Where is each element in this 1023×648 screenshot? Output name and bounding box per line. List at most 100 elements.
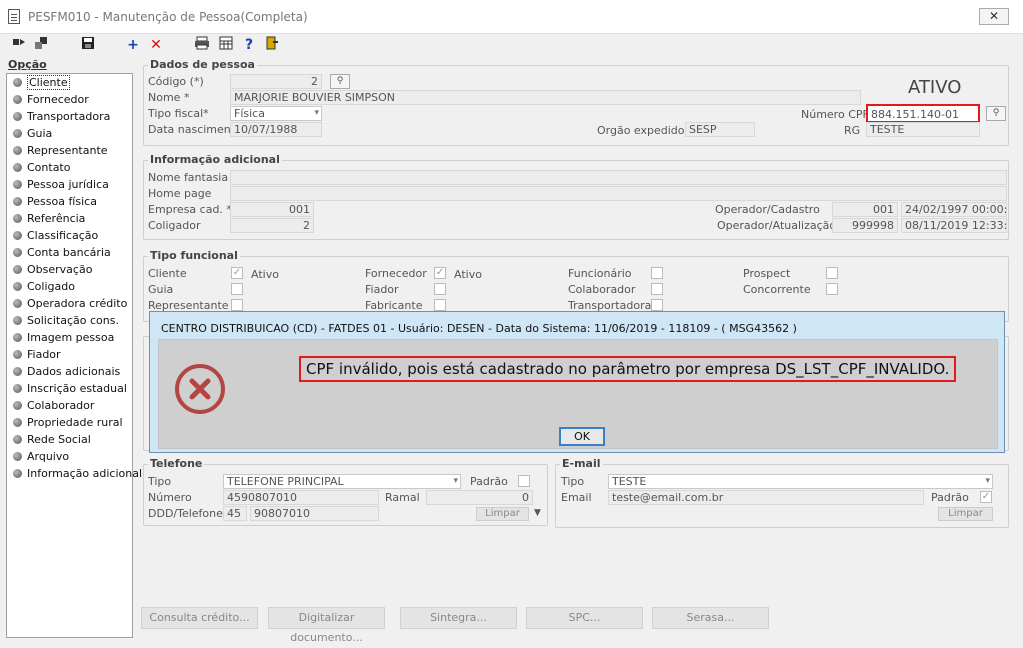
sidebar-item-arquivo[interactable]: Arquivo: [7, 448, 132, 465]
info-group-title: Informação adicional: [148, 153, 282, 166]
save-icon[interactable]: [79, 36, 97, 54]
nome-field[interactable]: MARJORIE BOUVIER SIMPSON: [230, 90, 861, 105]
sidebar-item-solicitacao-cons[interactable]: Solicitação cons.: [7, 312, 132, 329]
bullet-icon: [13, 197, 22, 206]
print-icon[interactable]: [193, 36, 211, 54]
spc-button[interactable]: SPC...: [526, 607, 643, 629]
empresa-label: Empresa cad. *: [148, 203, 232, 216]
email-limpar-button[interactable]: Limpar: [938, 507, 993, 521]
op-atual-date: 08/11/2019 12:33:40: [901, 218, 1007, 233]
tel-padrao-label: Padrão: [470, 475, 508, 488]
sidebar-item-coligado[interactable]: Coligado: [7, 278, 132, 295]
sidebar-item-observacao[interactable]: Observação: [7, 261, 132, 278]
tf-fiador-checkbox[interactable]: [434, 283, 446, 295]
add-icon[interactable]: +: [124, 36, 142, 54]
tf-concorrente-checkbox[interactable]: [826, 283, 838, 295]
sidebar-item-guia[interactable]: Guia: [7, 125, 132, 142]
tel-numero-field[interactable]: 4590807010: [223, 490, 379, 505]
exit-icon[interactable]: [263, 36, 281, 54]
tel-telefone-field[interactable]: 90807010: [250, 506, 379, 521]
cpf-field[interactable]: 884.151.140-01: [866, 104, 980, 123]
sidebar-item-colaborador[interactable]: Colaborador: [7, 397, 132, 414]
undo-icon[interactable]: [10, 36, 28, 54]
sidebar-item-fiador[interactable]: Fiador: [7, 346, 132, 363]
codigo-lookup-button[interactable]: ⚲: [330, 74, 350, 89]
email-padrao-checkbox[interactable]: ✓: [980, 491, 992, 503]
sidebar-item-cliente[interactable]: Cliente: [7, 74, 132, 91]
tel-ddd-field[interactable]: 45: [223, 506, 247, 521]
close-button[interactable]: ✕: [979, 8, 1009, 25]
options-panel: Opção Cliente Fornecedor Transportadora …: [6, 58, 142, 638]
tf-fabricante-checkbox[interactable]: [434, 299, 446, 311]
tf-cliente-checkbox[interactable]: ✓: [231, 267, 243, 279]
bullet-icon: [13, 146, 22, 155]
sidebar-item-imagem-pessoa[interactable]: Imagem pessoa: [7, 329, 132, 346]
calculator-icon[interactable]: [217, 36, 235, 54]
homepage-field[interactable]: [230, 186, 1007, 201]
sidebar-item-rede-social[interactable]: Rede Social: [7, 431, 132, 448]
op-atual-field: 999998: [832, 218, 898, 233]
sidebar-item-dados-adicionais[interactable]: Dados adicionais: [7, 363, 132, 380]
sidebar-item-transportadora[interactable]: Transportadora: [7, 108, 132, 125]
sidebar-item-referencia[interactable]: Referência: [7, 210, 132, 227]
coligador-field[interactable]: 2: [230, 218, 314, 233]
tf-guia-checkbox[interactable]: [231, 283, 243, 295]
tf-prospect-checkbox[interactable]: [826, 267, 838, 279]
chevron-down-icon: ▾: [985, 476, 990, 486]
tf-funcionario-checkbox[interactable]: [651, 267, 663, 279]
tf-prospect-label: Prospect: [743, 267, 791, 280]
bullet-icon: [13, 367, 22, 376]
tf-cliente-label: Cliente: [148, 267, 187, 280]
op-cadastro-date: 24/02/1997 00:00:00: [901, 202, 1007, 217]
ok-button[interactable]: OK: [559, 427, 605, 446]
sintegra-button[interactable]: Sintegra...: [400, 607, 517, 629]
coligador-label: Coligador: [148, 219, 201, 232]
tf-transportadora-checkbox[interactable]: [651, 299, 663, 311]
tel-ramal-field[interactable]: 0: [426, 490, 533, 505]
serasa-button[interactable]: Serasa...: [652, 607, 769, 629]
sidebar-item-informacao-adicional[interactable]: Informação adicional: [7, 465, 142, 482]
orgao-field[interactable]: SESP: [685, 122, 755, 137]
email-field[interactable]: teste@email.com.br: [608, 490, 924, 505]
rg-label: RG: [844, 124, 861, 137]
tf-colaborador-checkbox[interactable]: [651, 283, 663, 295]
sidebar-item-classificacao[interactable]: Classificação: [7, 227, 132, 244]
digitalizar-documento-button[interactable]: Digitalizar documento...: [268, 607, 385, 644]
empresa-field[interactable]: 001: [230, 202, 314, 217]
document-icon: [8, 9, 20, 24]
delete-icon[interactable]: ✕: [147, 36, 165, 54]
sidebar-item-contato[interactable]: Contato: [7, 159, 132, 176]
nascimento-field[interactable]: 10/07/1988: [230, 122, 322, 137]
tf-fornecedor-checkbox[interactable]: ✓: [434, 267, 446, 279]
chevron-down-icon: ▾: [453, 476, 458, 486]
fantasia-label: Nome fantasia: [148, 171, 229, 184]
tipo-fiscal-select[interactable]: Física ▾: [230, 106, 322, 121]
sidebar-item-operadora-credito[interactable]: Operadora crédito: [7, 295, 132, 312]
chevron-down-icon: ▾: [314, 108, 319, 118]
sidebar-item-inscricao-estadual[interactable]: Inscrição estadual: [7, 380, 132, 397]
tel-limpar-button[interactable]: Limpar: [476, 507, 529, 521]
options-list[interactable]: Cliente Fornecedor Transportadora Guia R…: [6, 73, 142, 638]
chevron-down-icon[interactable]: ▼: [534, 508, 541, 518]
cpf-lookup-button[interactable]: ⚲: [986, 106, 1006, 121]
sidebar-item-pessoa-juridica[interactable]: Pessoa jurídica: [7, 176, 132, 193]
codigo-field[interactable]: 2: [230, 74, 322, 89]
sidebar-item-fornecedor[interactable]: Fornecedor: [7, 91, 132, 108]
tel-padrao-checkbox[interactable]: [518, 475, 530, 487]
sidebar-item-representante[interactable]: Representante: [7, 142, 132, 159]
consulta-credito-button[interactable]: Consulta crédito...: [141, 607, 258, 629]
bullet-icon: [13, 401, 22, 410]
bullet-icon: [13, 214, 22, 223]
sidebar-item-pessoa-fisica[interactable]: Pessoa física: [7, 193, 132, 210]
fantasia-field[interactable]: [230, 170, 1007, 185]
sidebar-item-propriedade-rural[interactable]: Propriedade rural: [7, 414, 132, 431]
email-tipo-select[interactable]: TESTE ▾: [608, 474, 993, 489]
tel-tipo-select[interactable]: TELEFONE PRINCIPAL ▾: [223, 474, 461, 489]
help-icon[interactable]: ?: [240, 36, 258, 54]
bullet-icon: [13, 435, 22, 444]
sidebar-item-conta-bancaria[interactable]: Conta bancária: [7, 244, 132, 261]
rg-field[interactable]: TESTE: [866, 122, 980, 137]
redo-icon[interactable]: [32, 36, 50, 54]
tf-representante-checkbox[interactable]: [231, 299, 243, 311]
tf-cliente-ativo-label: Ativo: [251, 268, 279, 281]
